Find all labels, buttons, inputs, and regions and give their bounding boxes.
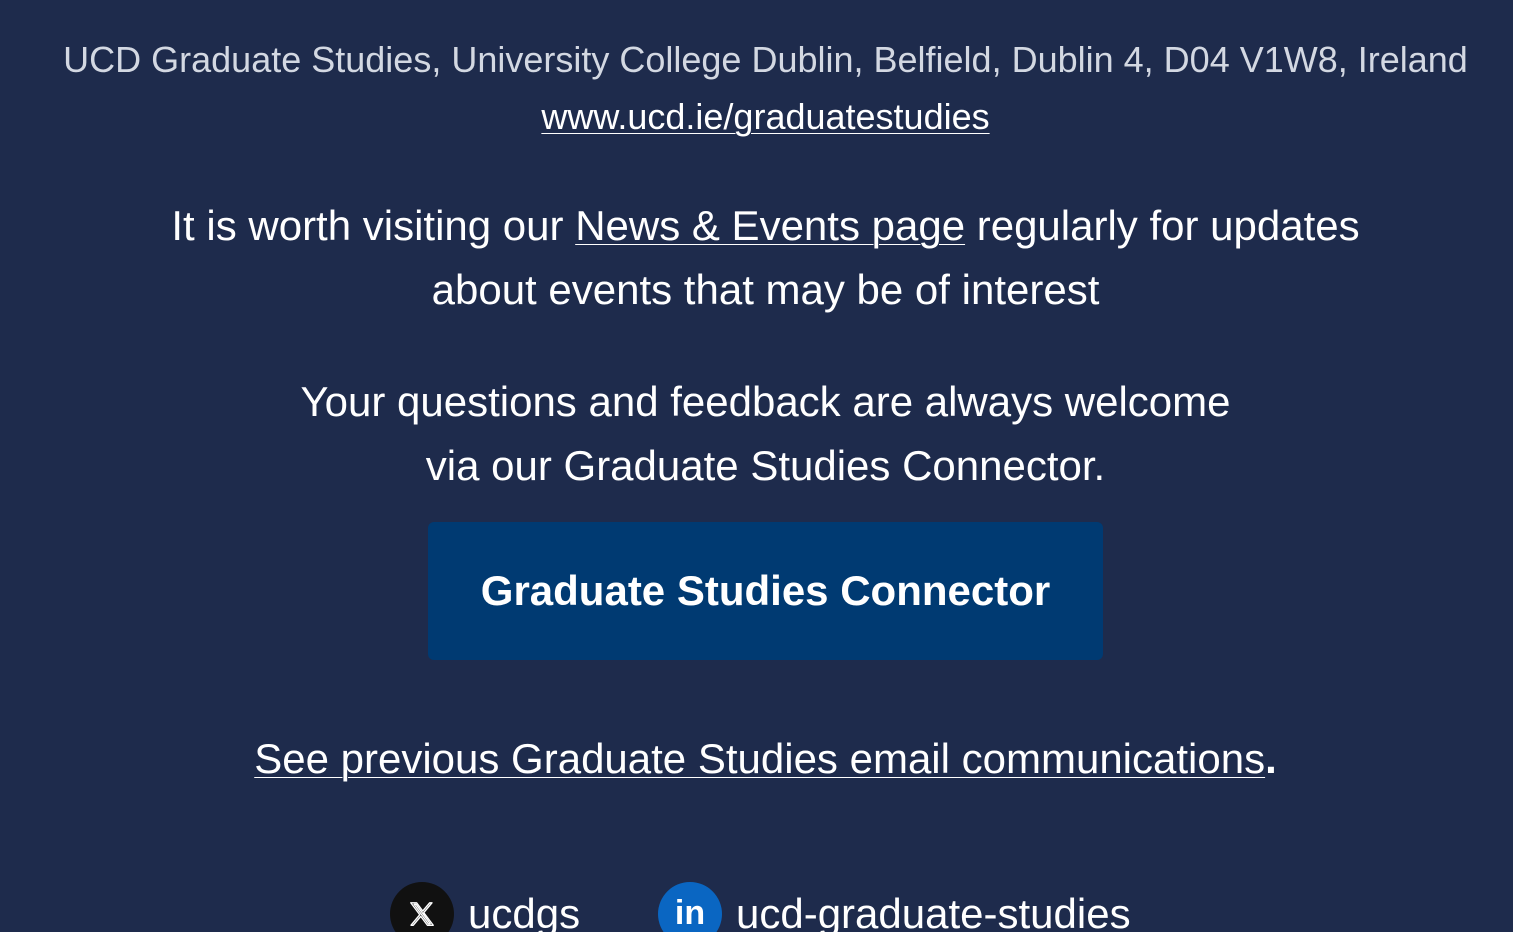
news-text-prefix: It is worth visiting our xyxy=(171,202,576,249)
linkedin-social-link[interactable]: in ucd-graduate-studies xyxy=(658,882,1131,932)
address-text: UCD Graduate Studies, University College… xyxy=(63,39,1468,80)
news-events-link[interactable]: News & Events page xyxy=(575,202,965,249)
previous-communications-row: See previous Graduate Studies email comm… xyxy=(0,735,1513,783)
news-text-suffix: regularly for updates xyxy=(965,202,1360,249)
feedback-line-1: Your questions and feedback are always w… xyxy=(300,378,1231,425)
previous-communications-link[interactable]: See previous Graduate Studies email comm… xyxy=(254,735,1265,782)
website-link-row: www.ucd.ie/graduatestudies xyxy=(0,96,1513,138)
graduate-studies-connector-button[interactable]: Graduate Studies Connector xyxy=(428,522,1103,660)
x-handle[interactable]: ucdgs xyxy=(468,890,580,932)
linkedin-glyph: in xyxy=(674,893,706,932)
previous-communications-period: . xyxy=(1265,735,1277,782)
x-social-link[interactable]: ucdgs xyxy=(390,882,580,932)
feedback-line-2: via our Graduate Studies Connector. xyxy=(425,442,1106,489)
feedback-paragraph: Your questions and feedback are always w… xyxy=(0,370,1513,498)
news-text-line2: about events that may be of interest xyxy=(431,266,1100,313)
linkedin-icon[interactable]: in xyxy=(658,882,722,932)
linkedin-handle[interactable]: ucd-graduate-studies xyxy=(736,890,1131,932)
email-footer: UCD Graduate Studies, University College… xyxy=(0,0,1513,932)
x-logo-icon[interactable] xyxy=(390,882,454,932)
news-paragraph: It is worth visiting our News & Events p… xyxy=(0,194,1513,322)
website-link[interactable]: www.ucd.ie/graduatestudies xyxy=(541,96,989,137)
